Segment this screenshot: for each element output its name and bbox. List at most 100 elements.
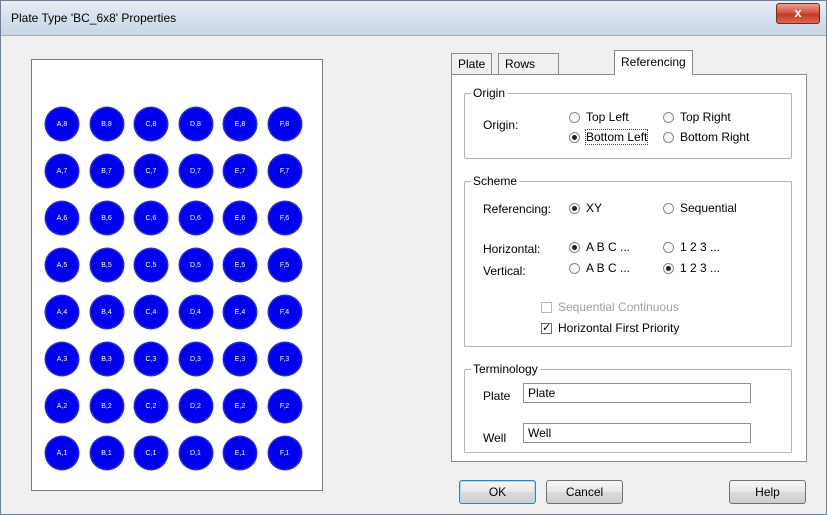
plate-well[interactable]: E,1: [224, 437, 256, 469]
scheme-group-label: Scheme: [471, 174, 520, 188]
vertical-abc-radio[interactable]: A B C ...: [569, 261, 630, 275]
plate-well[interactable]: C,4: [135, 296, 167, 328]
radio-icon: [663, 262, 674, 274]
plate-well[interactable]: F,1: [268, 437, 301, 469]
vertical-abc-label: A B C ...: [586, 261, 631, 275]
plate-name-input[interactable]: [523, 383, 751, 403]
horizontal-first-priority-checkbox[interactable]: ✓ Horizontal First Priority: [541, 321, 679, 335]
ok-button[interactable]: OK: [459, 480, 536, 504]
tab-plate[interactable]: Plate: [451, 53, 493, 74]
plate-well[interactable]: B,2: [90, 390, 123, 422]
scheme-group: Scheme Referencing: XY Sequential Horizo…: [464, 174, 792, 347]
plate-well[interactable]: E,7: [224, 155, 256, 187]
plate-well[interactable]: E,8: [224, 108, 256, 140]
plate-preview: A,8 B,8 C,8 D,8 E,8 F,8 A,7 B,7 C,7 D,7 E,7 F,7 A,6 B…: [31, 59, 323, 491]
tab-referencing[interactable]: Referencing: [614, 50, 693, 75]
referencing-sequential-radio[interactable]: Sequential: [663, 201, 737, 215]
plate-well[interactable]: B,3: [90, 343, 123, 375]
plate-well[interactable]: C,8: [135, 108, 167, 140]
plate-well[interactable]: A,8: [46, 108, 78, 140]
plate-well[interactable]: A,4: [46, 296, 78, 328]
plate-well[interactable]: E,2: [224, 390, 256, 422]
plate-well[interactable]: E,4: [224, 296, 256, 328]
plate-well[interactable]: D,3: [179, 343, 212, 375]
plate-well[interactable]: F,4: [268, 296, 301, 328]
plate-well-label: C,6: [145, 214, 157, 222]
origin-top-right-radio[interactable]: Top Right: [663, 110, 731, 124]
plate-well-label: D,1: [190, 449, 201, 457]
plate-well[interactable]: C,6: [135, 202, 167, 234]
plate-well[interactable]: B,5: [90, 249, 123, 281]
plate-well[interactable]: F,3: [268, 343, 301, 375]
plate-well-label: D,8: [190, 120, 201, 128]
plate-well[interactable]: A,1: [46, 437, 78, 469]
horizontal-123-radio[interactable]: 1 2 3 ...: [663, 240, 720, 254]
horizontal-abc-radio[interactable]: A B C ...: [569, 240, 630, 254]
well-name-input[interactable]: [523, 423, 751, 443]
plate-well[interactable]: D,4: [179, 296, 212, 328]
plate-well[interactable]: C,2: [135, 390, 167, 422]
plate-well[interactable]: C,1: [135, 437, 167, 469]
plate-well[interactable]: F,7: [268, 155, 301, 187]
referencing-xy-label: XY: [586, 201, 603, 215]
plate-well-label: B,1: [101, 449, 112, 457]
radio-icon: [663, 241, 674, 253]
plate-well[interactable]: B,8: [90, 108, 123, 140]
origin-bottom-left-radio[interactable]: Bottom Left: [569, 129, 649, 145]
plate-well-label: B,6: [101, 214, 112, 222]
radio-icon: [663, 202, 674, 214]
vertical-123-radio[interactable]: 1 2 3 ...: [663, 261, 720, 275]
origin-group-label: Origin: [471, 86, 508, 100]
radio-icon: [569, 131, 580, 143]
cancel-button[interactable]: Cancel: [546, 480, 623, 504]
plate-well[interactable]: B,6: [90, 202, 123, 234]
radio-icon: [663, 131, 674, 143]
plate-well[interactable]: D,1: [179, 437, 212, 469]
plate-well[interactable]: D,2: [179, 390, 212, 422]
plate-well[interactable]: F,2: [268, 390, 301, 422]
plate-well[interactable]: E,3: [224, 343, 256, 375]
origin-bottom-right-radio[interactable]: Bottom Right: [663, 130, 749, 144]
plate-well[interactable]: B,7: [90, 155, 123, 187]
plate-well-label: A,5: [56, 261, 68, 269]
plate-well[interactable]: D,5: [179, 249, 212, 281]
plate-well[interactable]: E,5: [224, 249, 256, 281]
plate-well[interactable]: A,3: [46, 343, 78, 375]
plate-well-label: F,2: [279, 402, 290, 410]
radio-icon: [663, 111, 674, 123]
referencing-sequential-label: Sequential: [680, 201, 737, 215]
plate-well[interactable]: F,5: [268, 249, 301, 281]
plate-well[interactable]: A,2: [46, 390, 78, 422]
close-button[interactable]: x: [776, 3, 820, 24]
plate-well[interactable]: E,6: [224, 202, 256, 234]
plate-well-label: B,8: [101, 120, 112, 128]
help-button[interactable]: Help: [729, 480, 806, 504]
sequential-continuous-checkbox[interactable]: Sequential Continuous: [541, 300, 679, 314]
referencing-xy-radio[interactable]: XY: [569, 201, 602, 215]
window-title: Plate Type 'BC_6x8' Properties: [11, 11, 177, 25]
plate-well-label: A,8: [56, 120, 68, 128]
sequential-continuous-label: Sequential Continuous: [558, 300, 679, 314]
plate-well[interactable]: B,1: [90, 437, 123, 469]
plate-well[interactable]: A,5: [46, 249, 78, 281]
plate-well-label: E,3: [234, 355, 246, 363]
plate-well-label: F,4: [279, 308, 290, 316]
plate-well[interactable]: D,8: [179, 108, 212, 140]
plate-well[interactable]: D,6: [179, 202, 212, 234]
plate-well[interactable]: B,4: [90, 296, 123, 328]
plate-well[interactable]: C,5: [135, 249, 167, 281]
origin-bottom-left-label: Bottom Left: [584, 129, 649, 145]
plate-well[interactable]: A,7: [46, 155, 78, 187]
plate-well[interactable]: C,3: [135, 343, 167, 375]
origin-top-left-radio[interactable]: Top Left: [569, 110, 629, 124]
radio-icon: [569, 262, 580, 274]
origin-label: Origin:: [483, 118, 519, 132]
plate-well[interactable]: F,6: [268, 202, 301, 234]
plate-well[interactable]: A,6: [46, 202, 78, 234]
horizontal-first-priority-label: Horizontal First Priority: [558, 321, 680, 335]
tab-rows-and-columns[interactable]: Rows and Columns: [498, 53, 560, 111]
plate-well[interactable]: C,7: [135, 155, 167, 187]
plate-well[interactable]: D,7: [179, 155, 212, 187]
plate-well[interactable]: F,8: [268, 108, 301, 140]
plate-well-label: B,7: [101, 167, 112, 175]
